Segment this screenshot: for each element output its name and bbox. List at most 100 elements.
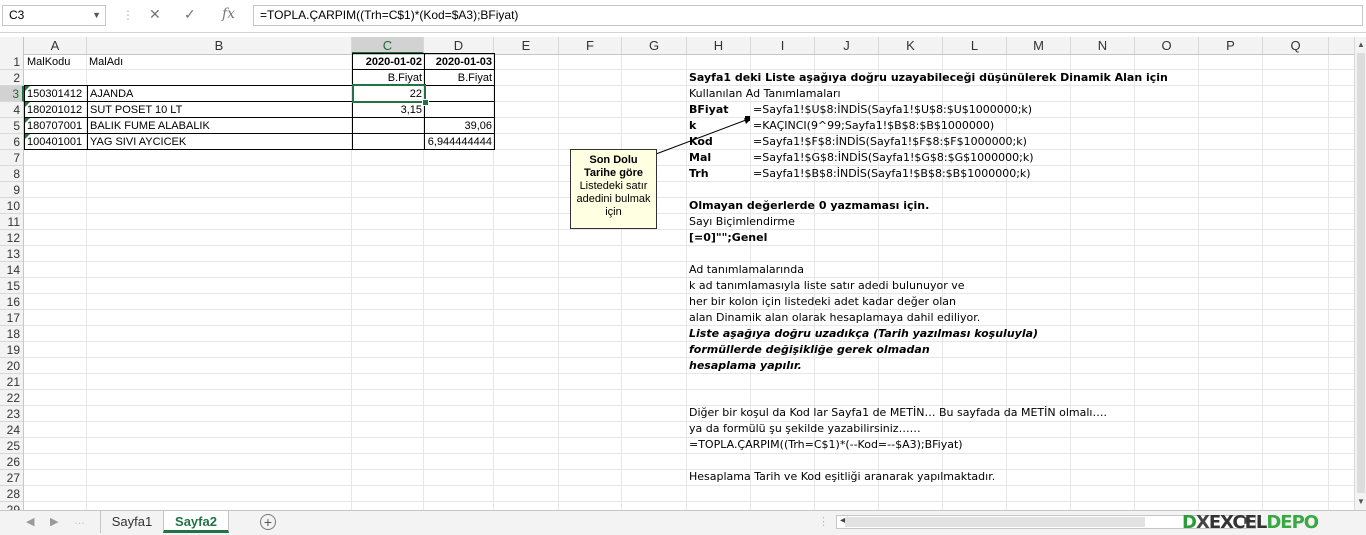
row-header-10[interactable]: 10 xyxy=(0,198,24,214)
def-formula[interactable]: =Sayfa1!$U$8:İNDİS(Sayfa1!$U$8:$U$100000… xyxy=(753,103,1032,116)
column-header-f[interactable]: F xyxy=(559,37,622,54)
column-header-j[interactable]: J xyxy=(815,37,879,54)
cell-d4[interactable] xyxy=(424,101,495,118)
cell-a4[interactable]: 180201012 xyxy=(24,101,88,118)
row-header-23[interactable]: 23 xyxy=(0,406,24,422)
row-header-26[interactable]: 26 xyxy=(0,454,24,470)
insert-function-icon[interactable]: fx xyxy=(222,6,235,22)
note-subheading[interactable]: Kullanılan Ad Tanımlamaları xyxy=(689,87,841,100)
horizontal-scroll-thumb[interactable] xyxy=(845,517,1145,527)
note-paragraph[interactable]: her bir kolon için listedeki adet kadar … xyxy=(689,295,956,308)
def-formula[interactable]: =Sayfa1!$F$8:İNDİS(Sayfa1!$F$8:$F$100000… xyxy=(753,135,1027,148)
row-header-11[interactable]: 11 xyxy=(0,214,24,230)
column-header-h[interactable]: H xyxy=(687,37,751,54)
row-header-24[interactable]: 24 xyxy=(0,422,24,438)
cell-a6[interactable]: 100401001 xyxy=(24,133,88,150)
row-header-8[interactable]: 8 xyxy=(0,166,24,182)
column-header-c[interactable]: C xyxy=(352,37,424,54)
column-header-m[interactable]: M xyxy=(1007,37,1071,54)
cell-c5[interactable] xyxy=(352,117,425,134)
number-as-text-indicator[interactable] xyxy=(25,86,30,91)
tab-sayfa1[interactable]: Sayfa1 xyxy=(100,511,164,533)
column-header-e[interactable]: E xyxy=(494,37,559,54)
row-header-17[interactable]: 17 xyxy=(0,310,24,326)
name-box[interactable]: C3 ▼ xyxy=(2,5,106,26)
def-name[interactable]: Mal xyxy=(689,151,711,164)
fill-handle[interactable] xyxy=(422,99,429,106)
cell-b5[interactable]: BALIK FUME ALABALIK xyxy=(87,117,353,134)
note-heading[interactable]: Sayfa1 deki Liste aşağıya doğru uzayabil… xyxy=(689,71,1168,84)
note-paragraph[interactable]: Liste aşağıya doğru uzadıkça (Tarih yazı… xyxy=(689,327,1038,340)
note-paragraph[interactable]: alan Dinamik alan olarak hesaplamaya dah… xyxy=(689,311,980,324)
note-paragraph[interactable]: Hesaplama Tarih ve Kod eşitliği aranarak… xyxy=(689,470,995,483)
cell-c1[interactable]: 2020-01-02 xyxy=(352,53,425,70)
enter-icon[interactable]: ✓ xyxy=(184,6,196,23)
row-header-28[interactable]: 28 xyxy=(0,486,24,502)
row-header-27[interactable]: 27 xyxy=(0,470,24,486)
def-name[interactable]: Kod xyxy=(689,135,713,148)
cancel-icon[interactable]: ✕ xyxy=(149,6,161,23)
tab-sayfa2[interactable]: Sayfa2 xyxy=(163,511,229,533)
column-header-p[interactable]: P xyxy=(1199,37,1263,54)
cell-d3[interactable] xyxy=(424,85,495,102)
scroll-up-icon[interactable]: ▲ xyxy=(1357,40,1365,49)
tab-scroll-left-icon[interactable]: ◀ xyxy=(26,515,34,528)
note-paragraph[interactable]: k ad tanımlamasıyla liste satır adedi bu… xyxy=(689,279,965,292)
row-header-5[interactable]: 5 xyxy=(0,118,24,134)
column-header-o[interactable]: O xyxy=(1135,37,1199,54)
row-header-18[interactable]: 18 xyxy=(0,326,24,342)
row-header-19[interactable]: 19 xyxy=(0,342,24,358)
column-header-i[interactable]: I xyxy=(751,37,815,54)
cell-a3[interactable]: 150301412 xyxy=(24,85,88,102)
row-header-1[interactable]: 1 xyxy=(0,54,24,70)
note-paragraph[interactable]: hesaplama yapılır. xyxy=(689,359,802,372)
vertical-scroll-thumb[interactable] xyxy=(1357,53,1365,493)
cell-a1[interactable]: MalKodu xyxy=(25,54,87,70)
note-zero-line[interactable]: Sayı Biçimlendirme xyxy=(689,215,795,228)
scroll-down-icon[interactable]: ▼ xyxy=(1357,497,1365,506)
row-header-4[interactable]: 4 xyxy=(0,102,24,118)
vertical-scrollbar[interactable]: ▲ ▼ xyxy=(1354,37,1366,510)
cell-comment[interactable]: Son Dolu Tarihe göre Listedeki satır ade… xyxy=(570,149,657,229)
column-header-g[interactable]: G xyxy=(622,37,687,54)
cell-b3[interactable]: AJANDA xyxy=(87,85,353,102)
number-as-text-indicator[interactable] xyxy=(25,102,30,107)
column-header-d[interactable]: D xyxy=(424,37,494,54)
cell-b4[interactable]: SUT POSET 10 LT xyxy=(87,101,353,118)
number-as-text-indicator[interactable] xyxy=(25,134,30,139)
cell-d2[interactable]: B.Fiyat xyxy=(424,69,495,86)
column-header-l[interactable]: L xyxy=(943,37,1007,54)
row-header-12[interactable]: 12 xyxy=(0,230,24,246)
row-header-14[interactable]: 14 xyxy=(0,262,24,278)
cell-c4[interactable]: 3,15 xyxy=(352,101,425,118)
cell-b1[interactable]: MalAdı xyxy=(87,54,353,70)
tab-more-icon[interactable]: … xyxy=(74,515,85,527)
row-header-25[interactable]: 25 xyxy=(0,438,24,454)
note-zero-format[interactable]: [=0]"";Genel xyxy=(689,231,767,244)
row-header-22[interactable]: 22 xyxy=(0,390,24,406)
def-formula[interactable]: =KAÇINCI(9^99;Sayfa1!$B$8:$B$1000000) xyxy=(753,119,994,132)
note-paragraph[interactable]: Ad tanımlamalarında xyxy=(689,263,804,276)
row-header-15[interactable]: 15 xyxy=(0,278,24,294)
note-zero-title[interactable]: Olmayan değerlerde 0 yazmaması için. xyxy=(689,199,929,212)
tab-scroll-right-icon[interactable]: ▶ xyxy=(50,515,58,528)
row-header-6[interactable]: 6 xyxy=(0,134,24,150)
row-header-21[interactable]: 21 xyxy=(0,374,24,390)
def-formula[interactable]: =Sayfa1!$B$8:İNDİS(Sayfa1!$B$8:$B$100000… xyxy=(753,167,1031,180)
cell-c6[interactable] xyxy=(352,133,425,150)
column-header-k[interactable]: K xyxy=(879,37,943,54)
cell-b6[interactable]: YAG SIVI AYCICEK xyxy=(87,133,353,150)
def-name[interactable]: Trh xyxy=(689,167,709,180)
column-header-b[interactable]: B xyxy=(87,37,352,54)
cell-d1[interactable]: 2020-01-03 xyxy=(424,53,495,70)
row-header-9[interactable]: 9 xyxy=(0,182,24,198)
column-header-n[interactable]: N xyxy=(1071,37,1135,54)
note-paragraph[interactable]: formüllerde değişikliğe gerek olmadan xyxy=(689,343,930,356)
row-header-7[interactable]: 7 xyxy=(0,150,24,166)
row-header-16[interactable]: 16 xyxy=(0,294,24,310)
select-all-corner[interactable] xyxy=(0,37,24,54)
note-paragraph[interactable]: Diğer bir koşul da Kod lar Sayfa1 de MET… xyxy=(689,406,1107,419)
row-header-3[interactable]: 3 xyxy=(0,86,24,102)
note-alt-formula[interactable]: =TOPLA.ÇARPIM((Trh=C$1)*(--Kod=--$A3);BF… xyxy=(689,438,963,451)
number-as-text-indicator[interactable] xyxy=(25,118,30,123)
